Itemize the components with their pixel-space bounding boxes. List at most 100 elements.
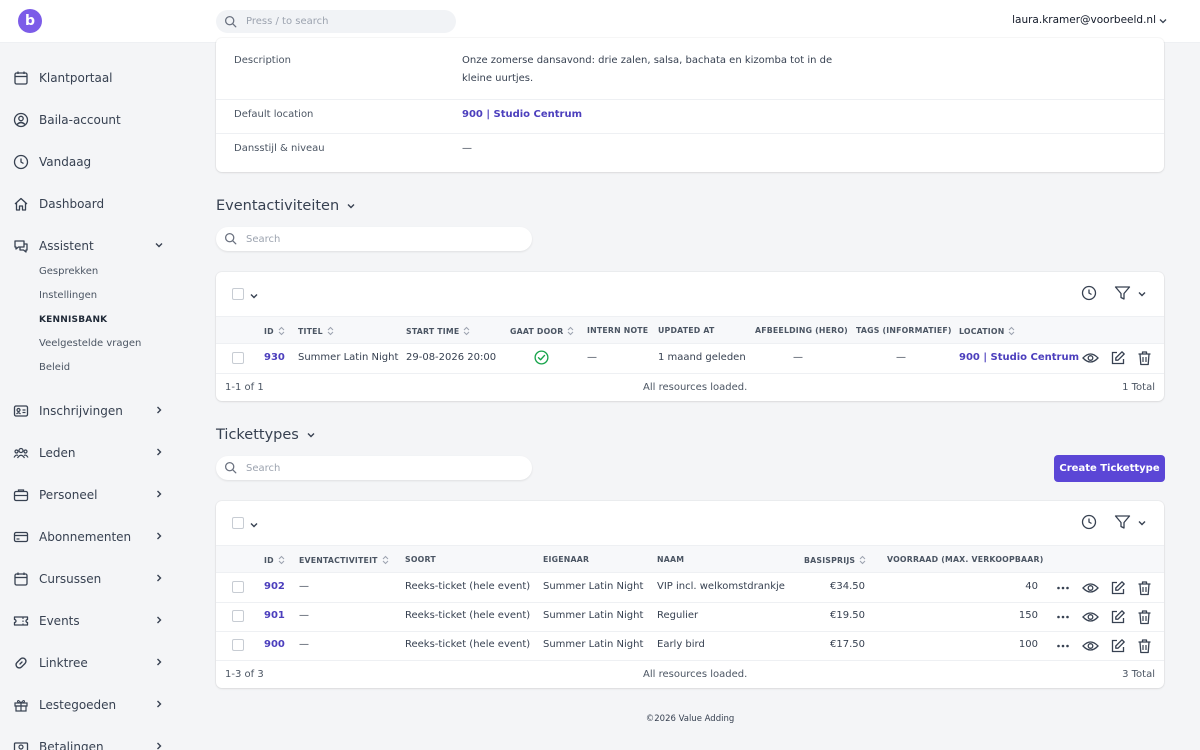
row-id-link[interactable]: 900: [264, 639, 285, 650]
history-clock-icon[interactable]: [1081, 514, 1097, 530]
chevron-down-icon[interactable]: [1137, 518, 1147, 528]
sidebar-item-abonnementen[interactable]: Abonnementen: [12, 525, 172, 549]
sidebar-item-vandaag[interactable]: Vandaag: [12, 150, 172, 174]
sidebar-subitem-beleid[interactable]: Beleid: [39, 362, 70, 373]
edit-icon[interactable]: [1110, 580, 1126, 596]
sidebar-item-betalingen[interactable]: Betalingen: [12, 735, 172, 750]
chevron-down-icon[interactable]: [154, 240, 164, 250]
global-search-input[interactable]: [246, 10, 446, 33]
sidebar-item-label: Leden: [39, 446, 76, 460]
row-id-link[interactable]: 902: [264, 581, 285, 592]
trash-icon[interactable]: [1137, 580, 1152, 596]
chevron-right-icon[interactable]: [154, 531, 164, 541]
cell-afbeelding: —: [793, 352, 803, 363]
more-options-icon[interactable]: [1056, 639, 1070, 653]
sidebar-item-leden[interactable]: Leden: [12, 441, 172, 465]
money-icon: [12, 738, 30, 750]
activities-search[interactable]: [216, 227, 532, 251]
sidebar-item-cursussen[interactable]: Cursussen: [12, 567, 172, 591]
table-footer: 1-1 of 1 All resources loaded. 1 Total: [216, 373, 1164, 401]
chevron-down-icon[interactable]: [249, 520, 259, 530]
user-menu-email[interactable]: laura.kramer@voorbeeld.nl: [1012, 14, 1156, 26]
more-options-icon[interactable]: [1056, 610, 1070, 624]
detail-value-dansstijl: —: [462, 143, 472, 154]
edit-icon[interactable]: [1110, 609, 1126, 625]
sidebar-subitem-gesprekken[interactable]: Gesprekken: [39, 266, 98, 277]
chevron-down-icon[interactable]: [249, 291, 259, 301]
row-checkbox[interactable]: [232, 639, 244, 651]
cell-start-time: 29-08-2026 20:00: [406, 352, 497, 363]
sidebar-item-label: Klantportaal: [39, 71, 113, 85]
column-header-id[interactable]: ID: [264, 555, 285, 565]
sidebar-item-personeel[interactable]: Personeel: [12, 483, 172, 507]
chevron-down-icon[interactable]: [306, 430, 316, 440]
eye-icon[interactable]: [1082, 351, 1099, 365]
chevron-down-icon[interactable]: [1158, 16, 1168, 26]
edit-icon[interactable]: [1110, 350, 1126, 366]
chevron-right-icon[interactable]: [154, 741, 164, 750]
column-header-titel[interactable]: TITEL: [298, 326, 334, 336]
chevron-right-icon[interactable]: [154, 615, 164, 625]
sidebar-item-assistent[interactable]: Assistent: [12, 234, 172, 258]
select-all-checkbox[interactable]: [232, 288, 244, 300]
chevron-right-icon[interactable]: [154, 447, 164, 457]
user-circle-icon: [12, 111, 30, 129]
table-header: ID EVENTACTIVITEIT SOORT EIGENAAR NAAM B…: [216, 545, 1164, 573]
row-checkbox[interactable]: [232, 581, 244, 593]
history-clock-icon[interactable]: [1081, 285, 1097, 301]
divider: [216, 133, 1164, 134]
column-header-location[interactable]: LOCATION: [959, 326, 1015, 336]
credit-card-icon: [12, 528, 30, 546]
chevron-right-icon[interactable]: [154, 573, 164, 583]
tickettypes-search-input[interactable]: [246, 456, 516, 480]
row-checkbox[interactable]: [232, 352, 244, 364]
global-search[interactable]: [216, 10, 456, 33]
eye-icon[interactable]: [1082, 581, 1099, 595]
create-tickettype-button[interactable]: Create Tickettype: [1054, 455, 1165, 482]
more-options-icon[interactable]: [1056, 581, 1070, 595]
sidebar-subitem-instellingen[interactable]: Instellingen: [39, 290, 97, 301]
cell-voorraad: 40: [1025, 581, 1038, 592]
row-id-link[interactable]: 901: [264, 610, 285, 621]
sidebar-item-dashboard[interactable]: Dashboard: [12, 192, 172, 216]
trash-icon[interactable]: [1137, 638, 1152, 654]
cell-location-link[interactable]: 900 | Studio Centrum: [959, 352, 1079, 363]
column-header-start-time[interactable]: START TIME: [406, 326, 470, 336]
column-header-basisprijs[interactable]: BASISPRIJS: [804, 555, 866, 565]
filter-icon[interactable]: [1114, 285, 1131, 301]
column-header-eventactiviteit[interactable]: EVENTACTIVITEIT: [299, 555, 389, 565]
app-logo[interactable]: b: [18, 9, 42, 33]
eventactiviteiten-heading[interactable]: Eventactiviteiten: [216, 198, 356, 214]
activities-search-input[interactable]: [246, 227, 516, 251]
detail-value-default-location[interactable]: 900 | Studio Centrum: [462, 106, 852, 124]
chevron-right-icon[interactable]: [154, 489, 164, 499]
row-id-link[interactable]: 930: [264, 352, 285, 363]
eye-icon[interactable]: [1082, 639, 1099, 653]
sidebar-item-linktree[interactable]: Linktree: [12, 651, 172, 675]
sidebar-item-events[interactable]: Events: [12, 609, 172, 633]
select-all-checkbox[interactable]: [232, 517, 244, 529]
edit-icon[interactable]: [1110, 638, 1126, 654]
trash-icon[interactable]: [1137, 609, 1152, 625]
tickettypes-heading[interactable]: Tickettypes: [216, 427, 316, 443]
trash-icon[interactable]: [1137, 350, 1152, 366]
column-header-id[interactable]: ID: [264, 326, 285, 336]
chevron-down-icon[interactable]: [1137, 289, 1147, 299]
eye-icon[interactable]: [1082, 610, 1099, 624]
chevron-right-icon[interactable]: [154, 405, 164, 415]
sidebar-item-klantportaal[interactable]: Klantportaal: [12, 66, 172, 90]
sidebar-subitem-veelgestelde-vragen[interactable]: Veelgestelde vragen: [39, 338, 141, 349]
filter-icon[interactable]: [1114, 514, 1131, 530]
tickettypes-search[interactable]: [216, 456, 532, 480]
link-icon: [12, 654, 30, 672]
chevron-right-icon[interactable]: [154, 699, 164, 709]
chevron-down-icon[interactable]: [346, 201, 356, 211]
sidebar-item-baila-account[interactable]: Baila-account: [12, 108, 172, 132]
row-checkbox[interactable]: [232, 610, 244, 622]
sort-icon: [464, 326, 470, 336]
sort-icon: [278, 326, 285, 336]
sort-icon: [327, 326, 334, 336]
column-header-gaat-door[interactable]: GAAT DOOR: [510, 326, 574, 336]
sidebar-item-inschrijvingen[interactable]: Inschrijvingen: [12, 399, 172, 423]
chevron-right-icon[interactable]: [154, 657, 164, 667]
